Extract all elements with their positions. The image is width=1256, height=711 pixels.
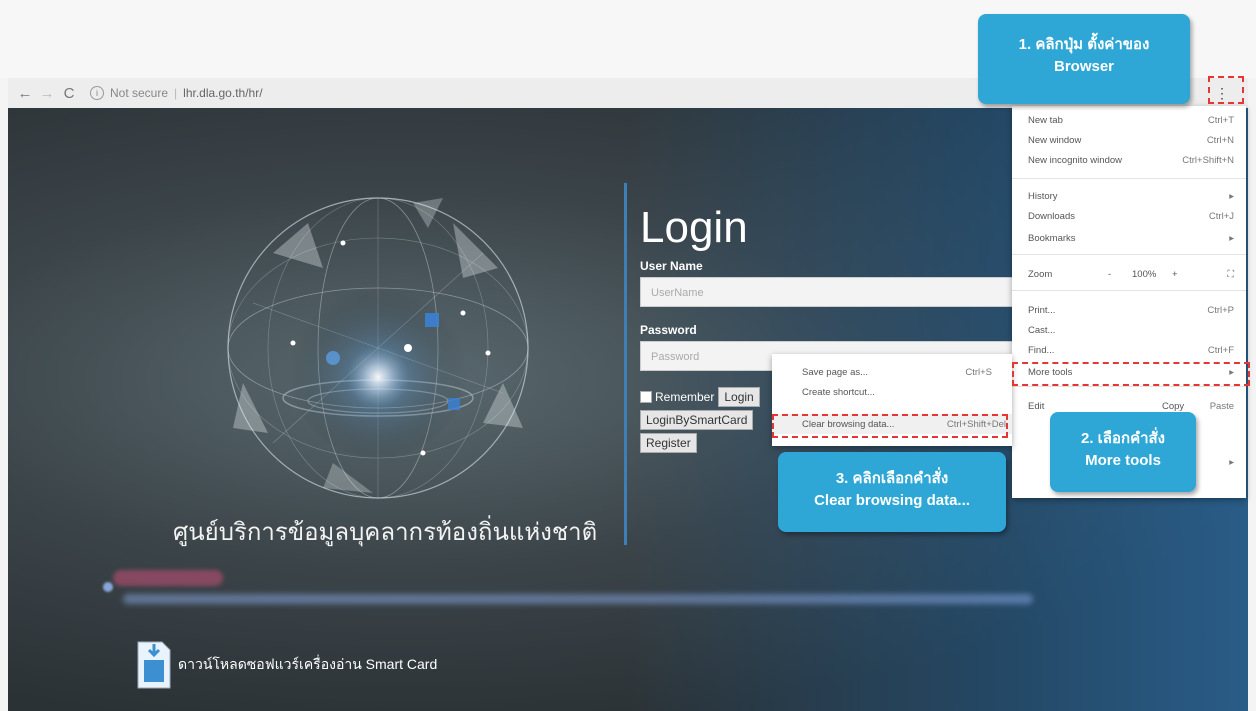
- security-label: Not secure: [110, 86, 169, 100]
- help-arrow-icon: ▸: [1229, 456, 1234, 468]
- callout-step-2: 2. เลือกคำสั่ง More tools: [1050, 412, 1196, 492]
- forward-icon[interactable]: →: [36, 85, 58, 102]
- edit-label: Edit: [1028, 400, 1045, 412]
- bookmarks-label: Bookmarks: [1028, 232, 1076, 244]
- downloads-label: Downloads: [1028, 210, 1075, 222]
- highlight-more-tools: [1012, 362, 1250, 386]
- login-button[interactable]: Login: [718, 387, 760, 407]
- menu-item-history[interactable]: History ▸: [1012, 186, 1246, 206]
- downloads-shortcut: Ctrl+J: [1208, 210, 1234, 222]
- print-label: Print...: [1028, 304, 1056, 316]
- smartcard-login-button[interactable]: LoginBySmartCard: [640, 410, 754, 430]
- save-page-shortcut: Ctrl+S: [965, 366, 992, 378]
- reload-icon[interactable]: C: [58, 85, 80, 102]
- new-window-shortcut: Ctrl+N: [1206, 134, 1234, 146]
- download-label: ดาวน์โหลดซอฟแวร์เครื่องอ่าน Smart Card: [178, 656, 438, 672]
- fullscreen-icon[interactable]: ⛶: [1227, 269, 1234, 280]
- find-label: Find...: [1028, 344, 1055, 356]
- highlight-clear-data: [772, 414, 1008, 438]
- submenu-item-create-shortcut[interactable]: Create shortcut...: [772, 382, 1012, 402]
- callout-step-2-line-2: More tools: [1085, 452, 1161, 469]
- menu-item-new-window[interactable]: New window Ctrl+N: [1012, 130, 1246, 150]
- incognito-label: New incognito window: [1028, 154, 1122, 166]
- submenu-item-save-page[interactable]: Save page as... Ctrl+S: [772, 362, 1012, 382]
- incognito-shortcut: Ctrl+Shift+N: [1182, 154, 1234, 166]
- news-heading-blurred: [113, 570, 223, 586]
- download-file-icon: [137, 641, 171, 689]
- find-shortcut: Ctrl+F: [1207, 344, 1234, 356]
- new-tab-label: New tab: [1028, 114, 1063, 126]
- url-text[interactable]: lhr.dla.go.th/hr/: [183, 86, 262, 100]
- history-arrow-icon: ▸: [1229, 190, 1234, 202]
- menu-item-incognito[interactable]: New incognito window Ctrl+Shift+N: [1012, 150, 1246, 170]
- menu-divider: [1012, 178, 1246, 179]
- zoom-value: 100%: [1132, 268, 1157, 280]
- menu-item-zoom: Zoom - 100% + ⛶: [1012, 264, 1246, 284]
- news-text-blurred: [123, 594, 1033, 604]
- url-field[interactable]: i Not secure | lhr.dla.go.th/hr/: [90, 86, 263, 100]
- register-button[interactable]: Register: [640, 433, 697, 453]
- new-window-label: New window: [1028, 134, 1082, 146]
- zoom-out-button[interactable]: -: [1108, 269, 1111, 280]
- url-separator: |: [174, 86, 178, 100]
- highlight-menu-button: [1208, 76, 1244, 104]
- create-shortcut-label: Create shortcut...: [802, 386, 875, 398]
- paste-button[interactable]: Paste: [1210, 401, 1234, 412]
- callout-step-1-line-2: Browser: [1053, 58, 1115, 75]
- callout-step-3: 3. คลิกเลือกคำสั่ง Clear browsing data..…: [778, 452, 1006, 532]
- menu-divider: [1012, 254, 1246, 255]
- network-globe-graphic: [227, 197, 529, 499]
- callout-step-2-line-1: 2. เลือกคำสั่ง: [1080, 430, 1166, 447]
- smartcard-download-link[interactable]: ดาวน์โหลดซอฟแวร์เครื่องอ่าน Smart Card: [136, 640, 437, 690]
- zoom-label: Zoom: [1028, 268, 1053, 280]
- news-bullet: [103, 582, 113, 592]
- username-input[interactable]: UserName: [640, 277, 1020, 307]
- menu-item-cast[interactable]: Cast...: [1012, 320, 1246, 340]
- cast-label: Cast...: [1028, 324, 1056, 336]
- callout-step-1: 1. คลิกปุ่ม ตั้งค่าของ Browser: [978, 14, 1190, 104]
- password-label: Password: [640, 323, 697, 337]
- print-shortcut: Ctrl+P: [1207, 304, 1234, 316]
- zoom-in-button[interactable]: +: [1172, 269, 1178, 280]
- copy-button[interactable]: Copy: [1162, 401, 1184, 412]
- site-title: ศูนย์บริการข้อมูลบุคลากรท้องถิ่นแห่งชาติ: [173, 519, 598, 546]
- remember-label: Remember: [655, 390, 715, 404]
- menu-divider: [1012, 386, 1246, 387]
- menu-item-new-tab[interactable]: New tab Ctrl+T: [1012, 110, 1246, 130]
- menu-item-print[interactable]: Print... Ctrl+P: [1012, 300, 1246, 320]
- save-page-label: Save page as...: [802, 366, 869, 378]
- menu-divider: [1012, 290, 1246, 291]
- menu-item-downloads[interactable]: Downloads Ctrl+J: [1012, 206, 1246, 226]
- callout-step-1-line-1: 1. คลิกปุ่ม ตั้งค่าของ: [1018, 36, 1150, 53]
- username-label: User Name: [640, 259, 703, 273]
- login-heading: Login: [640, 203, 748, 252]
- new-tab-shortcut: Ctrl+T: [1207, 114, 1234, 126]
- remember-checkbox[interactable]: [640, 391, 652, 403]
- history-label: History: [1028, 190, 1058, 202]
- back-icon[interactable]: ←: [14, 85, 36, 102]
- info-icon[interactable]: i: [90, 86, 104, 100]
- menu-item-find[interactable]: Find... Ctrl+F: [1012, 340, 1246, 360]
- bookmarks-arrow-icon: ▸: [1229, 232, 1234, 244]
- callout-step-3-line-2: Clear browsing data...: [814, 492, 970, 509]
- menu-item-bookmarks[interactable]: Bookmarks ▸: [1012, 228, 1246, 248]
- news-strip-blurred: [103, 570, 1033, 610]
- panel-divider: [624, 183, 627, 545]
- callout-step-3-line-1: 3. คลิกเลือกคำสั่ง: [835, 470, 949, 487]
